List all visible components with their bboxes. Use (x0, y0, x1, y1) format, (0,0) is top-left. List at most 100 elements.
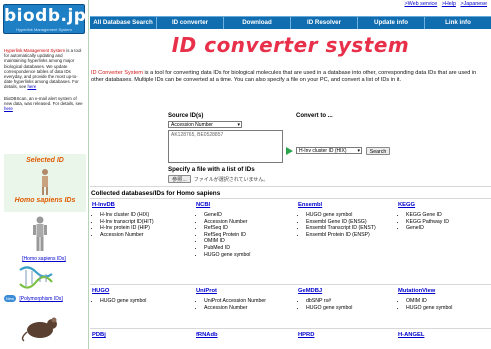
db-id-item: UniProt Accession Number (204, 298, 296, 305)
db-id-item: OMIM ID (406, 298, 486, 305)
browse-button[interactable]: 参照... (168, 175, 191, 183)
selected-id-heading: Selected ID (26, 157, 64, 164)
db-mutationview: MutationView OMIM ID HUGO gene symbol (398, 288, 486, 311)
tab-update-info[interactable]: Update info (358, 17, 425, 29)
db-id-item: dbSNP rs# (306, 298, 398, 305)
tab-all-database-search[interactable]: All Database Search (90, 17, 157, 29)
db-name-link[interactable]: H-ANGEL (398, 332, 486, 338)
db-name-link[interactable]: H-InvDB (92, 202, 192, 208)
db-uniprot: UniProt UniProt Accession Number Accessi… (196, 288, 296, 311)
db-hinvdb: H-InvDB H-Inv cluster ID (HIX) H-Inv tra… (92, 202, 192, 238)
db-hugo: HUGO HUGO gene symbol (92, 288, 192, 305)
japanese-link[interactable]: >Japanese (460, 1, 487, 7)
file-upload-row: 参照... ファイルが選択されていません。 (168, 175, 268, 183)
site-logo[interactable]: biodb.jp Hyperlink Management System (3, 4, 87, 34)
biodbscan-text: BioDBScan, an e-mail alert system of new… (4, 95, 83, 106)
main-tabs: All Database Search ID converter Downloa… (90, 16, 491, 29)
file-status-text: ファイルが選択されていません。 (193, 177, 269, 183)
tab-download[interactable]: Download (224, 17, 291, 29)
top-links: >Web service >Help >Japanese (402, 1, 488, 7)
chevron-down-icon: ▾ (357, 148, 360, 154)
divider (90, 198, 491, 199)
db-id-item: Accession Number (100, 232, 192, 239)
db-ensembl: Ensembl HUGO gene symbol Ensembl Gene ID… (298, 202, 398, 238)
chevron-down-icon: ▾ (237, 122, 240, 128)
db-id-item: Ensembl Transcript ID (ENST) (306, 225, 398, 232)
homo-sapiens-heading: Homo sapiens IDs (14, 197, 76, 204)
db-hprd: HPRD (298, 332, 398, 342)
help-link[interactable]: >Help (442, 1, 456, 7)
tab-id-converter[interactable]: ID converter (157, 17, 224, 29)
description-text: is a tool for converting data IDs for bi… (91, 70, 477, 84)
target-id-type-select[interactable]: H-Inv cluster ID (HIX) ▾ (296, 147, 362, 154)
new-badge: New (4, 295, 17, 302)
db-id-item: Ensembl Gene ID (ENSG) (306, 219, 398, 226)
page-description: ID Converter System is a tool for conver… (91, 70, 487, 84)
db-id-item: H-Inv protein ID (HIP) (100, 225, 192, 232)
divider (90, 328, 491, 329)
db-id-item: HUGO gene symbol (306, 212, 398, 219)
db-id-item: KEGG Pathway ID (406, 219, 486, 226)
tab-id-resolver[interactable]: ID Resolver (291, 17, 358, 29)
db-name-link[interactable]: HPRD (298, 332, 398, 338)
divider (90, 284, 491, 285)
intro-here-link[interactable]: here (27, 84, 36, 89)
db-id-item: HUGO gene symbol (406, 305, 486, 312)
db-name-link[interactable]: KEGG (398, 202, 486, 208)
mouse-icon[interactable] (20, 312, 60, 342)
source-ids-textarea[interactable]: AK128765, BE0528857 (168, 130, 283, 163)
source-select-value: Accession Number (171, 122, 213, 128)
convert-to-label: Convert to ... (296, 113, 333, 119)
db-id-item: GeneID (204, 212, 296, 219)
db-pdbj: PDBj (92, 332, 192, 342)
arrow-right-icon (286, 147, 293, 155)
human-figure-icon[interactable] (32, 216, 48, 252)
db-name-link[interactable]: fRNAdb (196, 332, 296, 338)
person-icon (42, 169, 48, 195)
db-id-item: H-Inv cluster ID (HIX) (100, 212, 192, 219)
sidebar: biodb.jp Hyperlink Management System Hyp… (0, 0, 89, 349)
db-h-angel: H-ANGEL (398, 332, 486, 342)
db-frnadb: fRNAdb (196, 332, 296, 342)
source-ids-label: Source ID(s) (168, 113, 204, 119)
db-kegg: KEGG KEGG Gene ID KEGG Pathway ID GeneID (398, 202, 486, 232)
db-id-item: PubMed ID (204, 245, 296, 252)
db-id-item: HUGO gene symbol (204, 252, 296, 259)
top-navigation: >Web service >Help >Japanese All Databas… (90, 0, 491, 29)
selected-id-panel: Selected ID Homo sapiens IDs (4, 154, 86, 212)
polymorphism-row: New [Polymorphism IDs] (4, 295, 63, 302)
logo-text: biodb.jp (4, 6, 87, 26)
divider (90, 186, 491, 187)
db-id-item: RefSeq Protein ID (204, 232, 296, 239)
db-name-link[interactable]: MutationView (398, 288, 486, 294)
db-id-item: KEGG Gene ID (406, 212, 486, 219)
file-upload-label: Specify a file with a list of IDs (168, 166, 255, 173)
db-name-link[interactable]: PDBj (92, 332, 192, 338)
db-id-item: GeneID (406, 225, 486, 232)
db-id-item: HUGO gene symbol (306, 305, 398, 312)
tab-link-info[interactable]: Link info (425, 17, 491, 29)
db-name-link[interactable]: GeMDBJ (298, 288, 398, 294)
sidebar-intro: Hyperlink Management System is a tool fo… (4, 48, 84, 111)
dna-icon[interactable] (18, 264, 54, 292)
intro-text: is a tool for automatically updating and… (4, 48, 82, 90)
db-name-link[interactable]: UniProt (196, 288, 296, 294)
logo-subtitle: Hyperlink Management System (16, 27, 72, 32)
db-name-link[interactable]: HUGO (92, 288, 192, 294)
polymorphism-ids-link[interactable]: [Polymorphism IDs] (19, 296, 62, 302)
biodbscan-here-link[interactable]: here (4, 106, 13, 111)
db-id-item: RefSeq ID (204, 225, 296, 232)
collected-databases-heading: Collected databases/IDs for Homo sapiens (91, 190, 221, 197)
db-name-link[interactable]: NCBI (196, 202, 296, 208)
db-id-item: HUGO gene symbol (100, 298, 192, 305)
search-button[interactable]: Search (366, 147, 390, 155)
db-name-link[interactable]: Ensembl (298, 202, 398, 208)
db-ncbi: NCBI GeneID Accession Number RefSeq ID R… (196, 202, 296, 258)
db-id-item: OMIM ID (204, 238, 296, 245)
db-id-item: Accession Number (204, 305, 296, 312)
page-title: ID converter system (171, 33, 410, 57)
web-service-link[interactable]: >Web service (405, 1, 438, 7)
homo-sapiens-ids-link[interactable]: [Homo sapiens IDs] (0, 256, 88, 262)
db-id-item: Ensembl Protein ID (ENSP) (306, 232, 398, 239)
source-id-type-select[interactable]: Accession Number ▾ (168, 121, 242, 128)
